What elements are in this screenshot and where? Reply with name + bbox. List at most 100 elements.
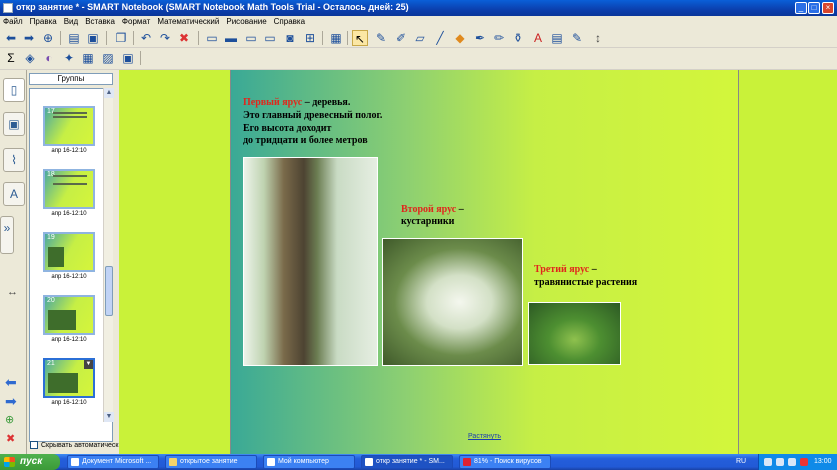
close-button[interactable]: × (822, 2, 834, 14)
pine-tree-photo[interactable] (243, 157, 378, 366)
attachments-tab-icon[interactable]: ⌇ (3, 148, 25, 172)
tier2-line2[interactable]: кустарники (401, 216, 454, 228)
sorter-scrollbar[interactable]: ▲ ▼ (103, 88, 114, 422)
page-menu-dropdown-icon[interactable]: ▼ (84, 360, 93, 369)
tier1-title: Первый ярус (243, 97, 303, 108)
start-button[interactable]: пуск (0, 454, 60, 470)
menu-edit[interactable]: Правка (30, 16, 57, 28)
task-antivirus[interactable]: 81% - Поиск вирусов (459, 455, 551, 469)
tier1-line2[interactable]: Это главный древесный полог. (243, 110, 382, 122)
page-thumbnail-19[interactable]: 19 (43, 232, 95, 272)
delete-icon[interactable]: ✖ (176, 30, 192, 46)
menu-help[interactable]: Справка (274, 16, 305, 28)
move-toolbar-icon[interactable]: ↕ (590, 30, 606, 46)
geometry-icon[interactable]: ◐ (41, 50, 57, 66)
autohide-option[interactable]: Скрывать автоматически (30, 441, 122, 449)
monitor-icon[interactable]: ▭ (243, 30, 259, 46)
shapes-icon[interactable]: ◆ (452, 30, 468, 46)
fill-icon[interactable]: ✏ (491, 30, 507, 46)
screen-shade-icon[interactable]: ▭ (204, 30, 220, 46)
tray-icon[interactable] (800, 458, 808, 466)
scroll-up-icon[interactable]: ▲ (104, 88, 114, 98)
pen-icon[interactable]: ✎ (373, 30, 389, 46)
menu-draw[interactable]: Рисование (226, 16, 266, 28)
tier1-heading[interactable]: Первый ярус – деревья. (243, 97, 350, 109)
properties-tab-icon[interactable]: A (3, 182, 25, 206)
menu-file[interactable]: Файл (3, 16, 23, 28)
properties-icon[interactable]: ▤ (549, 30, 565, 46)
paint-bucket-icon[interactable]: ⚱ (510, 30, 526, 46)
sigma-icon[interactable]: Σ (3, 50, 19, 66)
computer-icon (267, 458, 275, 466)
tier1-line3[interactable]: Его высота доходит (243, 123, 331, 135)
camera-icon[interactable]: ◙ (282, 30, 298, 46)
gallery-tab-icon[interactable]: ▣ (3, 112, 25, 136)
clock[interactable]: 13:00 (814, 454, 832, 470)
tray-icon[interactable] (788, 458, 796, 466)
page-sorter-tab-icon[interactable]: ▯ (3, 78, 25, 102)
menu-math[interactable]: Математический (157, 16, 219, 28)
clipboard-icon[interactable]: ▣ (120, 50, 136, 66)
task-my-computer[interactable]: Мой компьютер (263, 455, 355, 469)
redo-icon[interactable]: ↷ (157, 30, 173, 46)
tier1-line4[interactable]: до тридцати и более метров (243, 135, 368, 147)
autohide-checkbox[interactable] (30, 441, 38, 449)
tray-icon[interactable] (776, 458, 784, 466)
add-page-icon[interactable]: ⊕ (40, 30, 56, 46)
page-thumbnail-18[interactable]: 18 (43, 169, 95, 209)
shape-builder-icon[interactable]: ◈ (22, 50, 38, 66)
forward-arrow-icon[interactable]: ➡ (21, 30, 37, 46)
minimize-button[interactable]: _ (795, 2, 807, 14)
full-screen-icon[interactable]: ▬ (223, 30, 239, 46)
line-icon[interactable]: ╱ (432, 30, 448, 46)
language-indicator[interactable]: RU (736, 454, 746, 470)
paste-icon[interactable]: ❐ (113, 30, 129, 46)
menu-view[interactable]: Вид (64, 16, 78, 28)
tier3-line2[interactable]: травянистые растения (534, 277, 637, 289)
menu-insert[interactable]: Вставка (85, 16, 115, 28)
resize-arrows-icon[interactable]: ↔ (7, 286, 18, 298)
select-pointer-icon[interactable]: ↖ (352, 30, 368, 46)
folder-icon (169, 458, 177, 466)
stretch-link[interactable]: Растянуть (468, 433, 501, 440)
page-thumbnail-17[interactable]: 17 (43, 106, 95, 146)
chart-icon[interactable]: ▨ (100, 50, 116, 66)
eraser-icon[interactable]: ▱ (412, 30, 428, 46)
page-label: апр 16-12:10 (51, 337, 87, 343)
page-forward-icon[interactable]: ➡ (5, 393, 17, 410)
page-thumbnail-20[interactable]: 20 (43, 295, 95, 335)
table-math-icon[interactable]: ▦ (80, 50, 96, 66)
open-folder-icon[interactable]: ▤ (66, 30, 82, 46)
undo-icon[interactable]: ↶ (138, 30, 154, 46)
format-icon[interactable]: ✎ (569, 30, 585, 46)
task-folder[interactable]: открытое занятие (165, 455, 257, 469)
scroll-thumb[interactable] (105, 266, 113, 316)
capture-icon[interactable]: ▭ (262, 30, 278, 46)
page-thumbnail-21[interactable]: 21 ▼ (43, 358, 95, 398)
shrub-photo[interactable] (382, 238, 523, 366)
tier3-heading[interactable]: Третий ярус – (534, 264, 597, 276)
tier2-heading[interactable]: Второй ярус – (401, 204, 464, 216)
delete-page-icon[interactable]: ✖ (6, 432, 15, 445)
toolbar-divider (140, 51, 141, 65)
creative-pen-icon[interactable]: ✐ (393, 30, 409, 46)
back-arrow-icon[interactable]: ⬅ (3, 30, 19, 46)
magic-pen-icon[interactable]: ✒ (472, 30, 488, 46)
document-camera-icon[interactable]: ⊞ (302, 30, 318, 46)
groups-button[interactable]: Группы (29, 73, 113, 85)
text-icon[interactable]: A (530, 30, 546, 46)
save-icon[interactable]: ▣ (85, 30, 101, 46)
task-smart-notebook[interactable]: откр занятие * - SM... (361, 455, 453, 469)
tier1-title-rest: – деревья. (302, 97, 351, 108)
scroll-down-icon[interactable]: ▼ (104, 412, 114, 422)
task-word-document[interactable]: Документ Microsoft ... (67, 455, 159, 469)
graph-icon[interactable]: ✦ (61, 50, 77, 66)
page-back-icon[interactable]: ⬅ (5, 374, 17, 391)
expand-panel-handle[interactable]: » (0, 216, 14, 254)
maximize-button[interactable]: □ (808, 2, 820, 14)
table-icon[interactable]: ▦ (328, 30, 344, 46)
tray-icon[interactable] (764, 458, 772, 466)
add-page-side-icon[interactable]: ⊕ (5, 413, 14, 426)
menu-format[interactable]: Формат (122, 16, 150, 28)
fern-photo[interactable] (528, 302, 621, 365)
